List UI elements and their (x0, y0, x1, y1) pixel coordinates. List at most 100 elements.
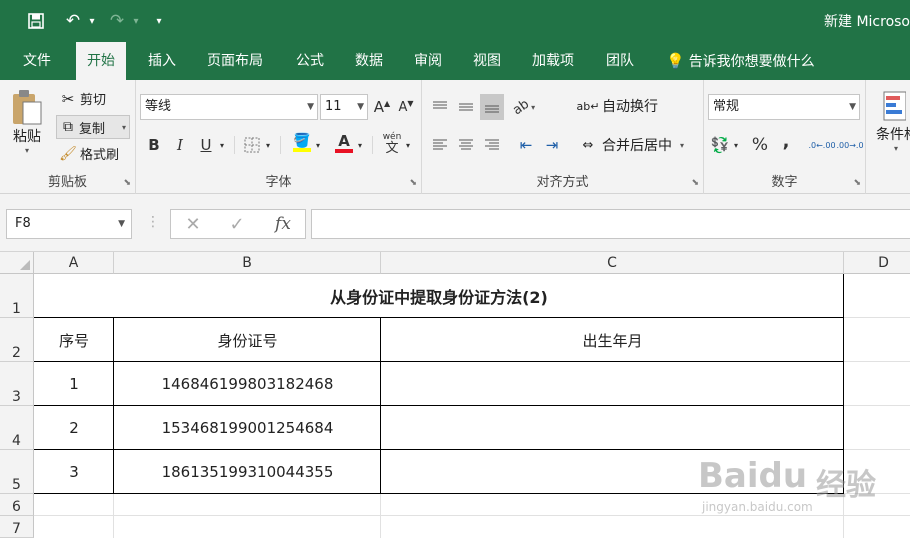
table-row-2-birth[interactable] (381, 406, 844, 450)
font-launcher-icon[interactable]: ⬊ (409, 178, 417, 188)
align-center-icon (459, 139, 473, 150)
formula-input[interactable] (311, 209, 910, 239)
fill-color-button[interactable]: 🪣 (290, 130, 314, 156)
phonetic-icon: wén (382, 131, 402, 142)
shrink-font-button[interactable]: A ▼ (394, 94, 418, 120)
number-format-select[interactable]: 常规 ▼ (708, 94, 860, 120)
font-name-select[interactable]: 等线 ▼ (140, 94, 318, 120)
paste-button[interactable]: 粘贴 ▾ (10, 88, 44, 155)
cut-label: 剪切 (80, 93, 107, 108)
percent-button[interactable]: % (748, 132, 772, 158)
table-row-2-no[interactable]: 2 (34, 406, 114, 450)
align-center-button[interactable] (454, 132, 478, 158)
insert-function-button[interactable]: fx (263, 210, 303, 238)
merge-dropdown-icon[interactable]: ▾ (680, 141, 684, 150)
watermark-url: jingyan.baidu.com (702, 500, 813, 514)
orientation-button[interactable]: ab ▾ (510, 94, 536, 120)
undo-dropdown-icon[interactable]: ▾ (86, 0, 98, 42)
italic-button[interactable]: I (168, 132, 192, 158)
conditional-formatting-button[interactable]: 条件格 ▾ (870, 90, 910, 153)
row-header-5[interactable]: 5 (0, 450, 34, 494)
grow-font-button[interactable]: A ▲ (370, 94, 394, 120)
font-color-dropdown-icon[interactable]: ▾ (354, 132, 366, 158)
table-row-1-birth[interactable] (381, 362, 844, 406)
align-left-button[interactable] (428, 132, 452, 158)
bold-button[interactable]: B (142, 132, 166, 158)
align-middle-button[interactable] (454, 94, 478, 120)
column-header-d[interactable]: D (844, 252, 910, 274)
underline-dropdown-icon[interactable]: ▾ (216, 132, 228, 158)
table-row-3-id[interactable]: 186135199310044355 (114, 450, 381, 494)
header-cell-birth[interactable]: 出生年月 (381, 318, 844, 362)
redo-dropdown-icon[interactable]: ▾ (130, 0, 142, 42)
customize-toolbar-icon[interactable]: ▾ (152, 0, 166, 42)
accounting-dropdown-icon[interactable]: ▾ (730, 132, 742, 158)
table-row-1-no[interactable]: 1 (34, 362, 114, 406)
header-cell-no[interactable]: 序号 (34, 318, 114, 362)
formula-bar-grip-icon[interactable]: ⋮ (146, 214, 160, 230)
format-painter-button[interactable]: 🖌 格式刷 (58, 144, 119, 164)
tab-page-layout[interactable]: 页面布局 (196, 42, 274, 80)
font-color-button[interactable]: A (332, 130, 356, 156)
wrap-text-button[interactable]: ab↵ 自动换行 (577, 96, 658, 116)
phonetic-button[interactable]: wén 文 (380, 130, 404, 156)
alignment-launcher-icon[interactable]: ⬊ (691, 178, 699, 188)
column-header-b[interactable]: B (114, 252, 381, 274)
tab-view[interactable]: 视图 (462, 42, 512, 80)
row-header-4[interactable]: 4 (0, 406, 34, 450)
phonetic-dropdown-icon[interactable]: ▾ (402, 132, 414, 158)
underline-button[interactable]: U (194, 132, 218, 158)
header-cell-id[interactable]: 身份证号 (114, 318, 381, 362)
increase-indent-button[interactable]: ⇥ (540, 132, 564, 158)
decrease-decimal-button[interactable]: .00→.0 (836, 132, 864, 158)
tab-addins[interactable]: 加载项 (521, 42, 585, 80)
sheet-title-cell[interactable]: 从身份证中提取身份证方法(2) (34, 274, 844, 318)
tab-file[interactable]: 文件 (12, 42, 62, 80)
table-row-2-id[interactable]: 153468199001254684 (114, 406, 381, 450)
align-bottom-button[interactable] (480, 94, 504, 120)
table-row-3-no[interactable]: 3 (34, 450, 114, 494)
align-right-button[interactable] (480, 132, 504, 158)
align-top-button[interactable] (428, 94, 452, 120)
merge-center-button[interactable]: ⇔ 合并后居中 ▾ (578, 135, 684, 155)
copy-dropdown-icon[interactable]: ▾ (122, 123, 126, 132)
copy-button[interactable]: ⧉ 复制 ▾ (56, 115, 130, 139)
row-header-7[interactable]: 7 (0, 516, 34, 538)
tab-formulas[interactable]: 公式 (285, 42, 335, 80)
row-header-2[interactable]: 2 (0, 318, 34, 362)
tab-home[interactable]: 开始 (76, 42, 126, 80)
row-header-3[interactable]: 3 (0, 362, 34, 406)
tab-review[interactable]: 审阅 (403, 42, 453, 80)
save-icon[interactable] (24, 0, 48, 42)
tab-team[interactable]: 团队 (595, 42, 645, 80)
font-size-select[interactable]: 11 ▼ (320, 94, 368, 120)
cut-button[interactable]: ✂ 剪切 (58, 89, 107, 109)
undo-icon[interactable]: ↶ (62, 0, 84, 42)
row-header-6[interactable]: 6 (0, 494, 34, 516)
paste-dropdown-icon[interactable]: ▾ (25, 146, 29, 155)
select-all-button[interactable] (0, 252, 34, 274)
increase-decimal-button[interactable]: .0←.00 (808, 132, 836, 158)
column-header-c[interactable]: C (381, 252, 844, 274)
scissors-icon: ✂ (61, 89, 75, 108)
column-header-a[interactable]: A (34, 252, 114, 274)
tab-insert[interactable]: 插入 (137, 42, 187, 80)
ribbon-home: 粘贴 ▾ ✂ 剪切 ⧉ 复制 ▾ 🖌 格式刷 剪贴板 ⬊ 等线 ▼ 11 ▼ A… (0, 80, 910, 194)
number-launcher-icon[interactable]: ⬊ (853, 178, 861, 188)
accounting-format-button[interactable]: 💱 (708, 132, 732, 158)
decrease-indent-button[interactable]: ⇤ (514, 132, 538, 158)
row-header-1[interactable]: 1 (0, 274, 34, 318)
borders-button[interactable] (240, 132, 264, 158)
borders-dropdown-icon[interactable]: ▾ (262, 132, 274, 158)
comma-button[interactable]: , (774, 128, 798, 154)
fill-color-dropdown-icon[interactable]: ▾ (312, 132, 324, 158)
name-box[interactable]: F8 ▼ (6, 209, 132, 239)
tab-data[interactable]: 数据 (344, 42, 394, 80)
clipboard-launcher-icon[interactable]: ⬊ (123, 178, 131, 188)
tell-me-box[interactable]: 💡 告诉我你想要做什么 (666, 42, 815, 80)
cancel-icon[interactable]: ✕ (173, 210, 213, 238)
enter-icon[interactable]: ✓ (217, 210, 257, 238)
merge-center-label: 合并后居中 (602, 138, 672, 154)
redo-icon[interactable]: ↷ (106, 0, 128, 42)
table-row-1-id[interactable]: 146846199803182468 (114, 362, 381, 406)
